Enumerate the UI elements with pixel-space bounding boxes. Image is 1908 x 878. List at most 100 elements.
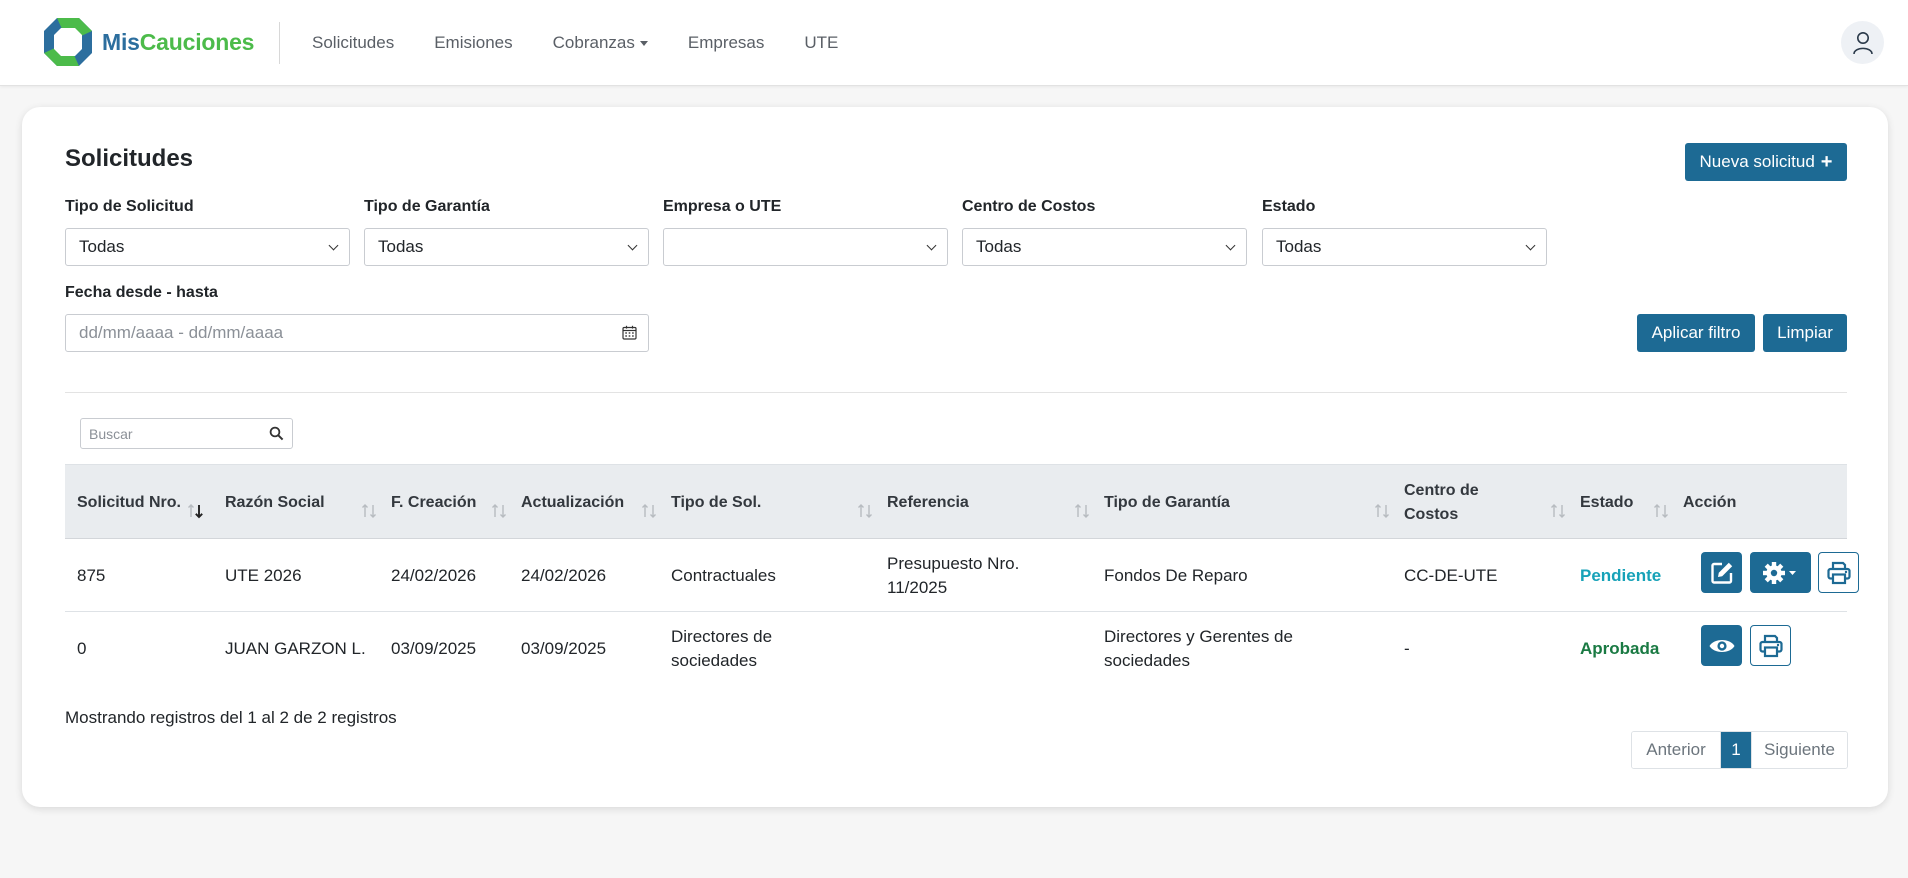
- calendar-icon[interactable]: [622, 325, 637, 340]
- column-header-actualizacion[interactable]: Actualización: [509, 465, 659, 540]
- select-value: Todas: [79, 237, 125, 256]
- nav-item-cobranzas[interactable]: Cobranzas: [553, 33, 648, 53]
- select-value: Todas: [378, 237, 424, 256]
- apply-filter-button[interactable]: Aplicar filtro: [1637, 314, 1755, 352]
- edit-icon: [1710, 562, 1732, 584]
- cell-actualizacion: 24/02/2026: [521, 565, 607, 585]
- edit-button[interactable]: [1701, 552, 1742, 593]
- column-header-label: Solicitud Nro.: [77, 493, 181, 511]
- column-header-accion: Acción: [1671, 465, 1847, 540]
- cell-tipo-sol: Contractuales: [671, 565, 776, 585]
- pagination-prev[interactable]: Anterior: [1632, 732, 1720, 768]
- sort-icon[interactable]: [361, 503, 379, 519]
- estado-select[interactable]: Todas: [1262, 228, 1547, 266]
- nav-item-empresas[interactable]: Empresas: [688, 33, 765, 53]
- sort-icon[interactable]: [1074, 503, 1092, 519]
- filter-fecha: Fecha desde - hasta dd/mm/aaaa - dd/mm/a…: [65, 284, 649, 352]
- table-row: 0 JUAN GARZON L. 03/09/2025 03/09/2025 D…: [65, 612, 1847, 685]
- section-divider: [65, 392, 1847, 393]
- brand-name: MisCauciones: [102, 29, 254, 56]
- column-header-razon-social[interactable]: Razón Social: [213, 465, 379, 540]
- select-value: Todas: [976, 237, 1022, 256]
- sort-icon[interactable]: [491, 503, 509, 519]
- filter-label: Fecha desde - hasta: [65, 284, 218, 301]
- sort-icon[interactable]: [641, 503, 659, 519]
- main-card: Solicitudes Nueva solicitud + Tipo de Sol…: [22, 107, 1888, 807]
- nav-item-label: UTE: [804, 33, 839, 52]
- column-header-label: Tipo de Sol.: [671, 493, 762, 511]
- sort-icon[interactable]: [857, 503, 875, 519]
- print-button[interactable]: [1750, 625, 1791, 666]
- new-request-button[interactable]: Nueva solicitud +: [1685, 143, 1847, 181]
- print-button[interactable]: [1818, 552, 1859, 593]
- column-header-referencia[interactable]: Referencia: [875, 465, 1092, 540]
- column-header-tipo-sol[interactable]: Tipo de Sol.: [659, 465, 875, 540]
- tipo-solicitud-select[interactable]: Todas: [65, 228, 350, 266]
- column-header-label: Actualización: [521, 493, 625, 511]
- cell-tipo-garantia: Fondos De Reparo: [1104, 565, 1248, 585]
- view-button[interactable]: [1701, 625, 1742, 666]
- column-header-tipo-garantia[interactable]: Tipo de Garantía: [1092, 465, 1392, 540]
- nav-divider: [279, 22, 280, 64]
- filter-tipo-garantia: Tipo de Garantía Todas: [364, 198, 649, 266]
- cell-tipo-garantia: Directores y Gerentes de sociedades: [1104, 626, 1293, 670]
- sort-desc-icon[interactable]: [187, 503, 205, 519]
- brand[interactable]: MisCauciones: [42, 16, 254, 68]
- plus-icon: +: [1820, 151, 1833, 173]
- sort-icon[interactable]: [1550, 503, 1568, 519]
- brand-logo-icon: [44, 18, 92, 66]
- nav-item-emisiones[interactable]: Emisiones: [434, 33, 512, 53]
- nav-item-ute[interactable]: UTE: [804, 33, 838, 53]
- chevron-down-icon: [926, 240, 937, 251]
- date-range-placeholder: dd/mm/aaaa - dd/mm/aaaa: [79, 323, 284, 342]
- nav-item-solicitudes[interactable]: Solicitudes: [312, 33, 394, 53]
- print-icon: [1758, 634, 1783, 657]
- sort-icon[interactable]: [1374, 503, 1392, 519]
- column-header-label: Razón Social: [225, 493, 325, 511]
- empresa-ute-select[interactable]: [663, 228, 948, 266]
- sort-icon[interactable]: [1653, 503, 1671, 519]
- cell-f-creacion: 03/09/2025: [391, 638, 477, 658]
- user-menu-button[interactable]: [1841, 21, 1884, 64]
- search-input[interactable]: [81, 419, 261, 448]
- pagination-next[interactable]: Siguiente: [1751, 732, 1847, 768]
- clear-filter-button[interactable]: Limpiar: [1763, 314, 1847, 352]
- column-header-label: F. Creación: [391, 493, 477, 511]
- cell-razon-social: JUAN GARZON L.: [225, 638, 366, 658]
- tipo-garantia-select[interactable]: Todas: [364, 228, 649, 266]
- cell-centro-costos: CC-DE-UTE: [1404, 565, 1498, 585]
- date-range-input[interactable]: dd/mm/aaaa - dd/mm/aaaa: [65, 314, 649, 352]
- page-title: Solicitudes: [65, 145, 194, 172]
- centro-costos-select[interactable]: Todas: [962, 228, 1247, 266]
- column-header-label: Referencia: [887, 493, 969, 511]
- column-header-centro-costos[interactable]: Centro de Costos: [1392, 465, 1568, 540]
- filter-centro-costos: Centro de Costos Todas: [962, 198, 1247, 266]
- pagination-page-1[interactable]: 1: [1720, 732, 1751, 768]
- status-badge: Pendiente: [1580, 565, 1662, 585]
- table-info: Mostrando registros del 1 al 2 de 2 regi…: [65, 708, 397, 727]
- filter-empresa-ute: Empresa o UTE: [663, 198, 948, 266]
- status-badge: Aprobada: [1580, 638, 1660, 658]
- select-value: Todas: [1276, 237, 1322, 256]
- chevron-down-icon: [1225, 240, 1236, 251]
- filter-label: Tipo de Garantía: [364, 198, 490, 215]
- settings-menu-button[interactable]: [1750, 552, 1811, 593]
- cell-tipo-sol: Directores de sociedades: [671, 626, 773, 670]
- search-icon: [269, 426, 284, 441]
- top-navbar: MisCauciones Solicitudes Emisiones Cobra…: [0, 0, 1908, 86]
- chevron-down-icon: [328, 240, 339, 251]
- cell-centro-costos: -: [1404, 638, 1410, 658]
- table-row: 875 UTE 2026 24/02/2026 24/02/2026 Contr…: [65, 539, 1859, 612]
- eye-icon: [1709, 639, 1734, 652]
- pagination: Anterior 1 Siguiente: [1631, 731, 1848, 769]
- column-header-label: Centro de Costos: [1404, 481, 1479, 523]
- cell-f-creacion: 24/02/2026: [391, 565, 477, 585]
- new-request-label: Nueva solicitud: [1699, 152, 1815, 171]
- column-header-f-creacion[interactable]: F. Creación: [379, 465, 509, 540]
- nav-item-label: Emisiones: [434, 33, 513, 52]
- caret-down-icon: [639, 40, 648, 46]
- user-icon: [1852, 31, 1873, 54]
- gear-icon: [1762, 561, 1796, 584]
- filter-label: Centro de Costos: [962, 198, 1096, 215]
- chevron-down-icon: [1525, 240, 1536, 251]
